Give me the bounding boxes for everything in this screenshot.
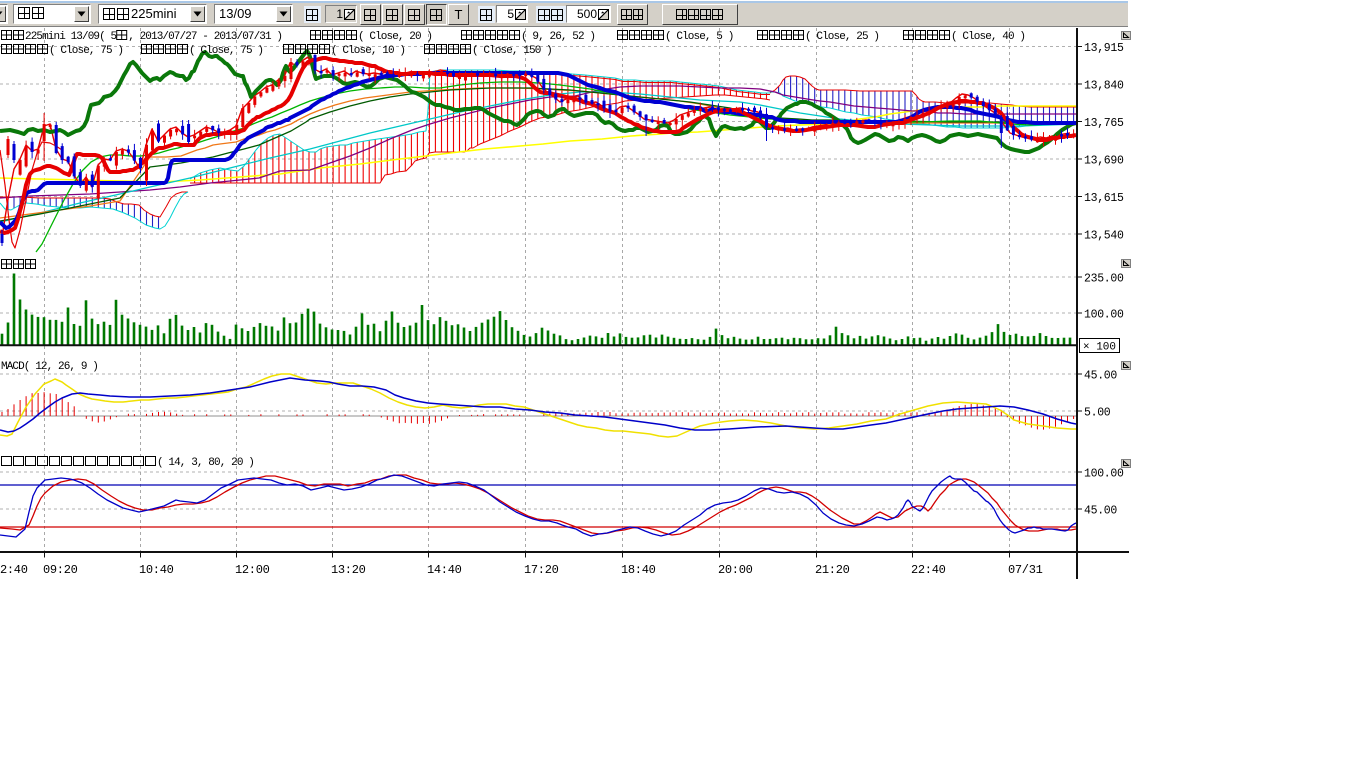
svg-text:( 14, 3, 80, 20 ): ( 14, 3, 80, 20 )	[157, 457, 254, 469]
svg-text:( Close, 75 ): ( Close, 75 )	[189, 45, 263, 57]
svg-text:14:40: 14:40	[427, 563, 462, 577]
svg-text:13,840: 13,840	[1084, 80, 1124, 93]
svg-text:17:20: 17:20	[524, 563, 559, 577]
svg-text:( Close, 5 ): ( Close, 5 )	[665, 31, 733, 43]
svg-text:12:00: 12:00	[235, 563, 270, 577]
svg-text:45.00: 45.00	[1084, 370, 1117, 383]
svg-text:21:20: 21:20	[815, 563, 850, 577]
svg-text:MACD( 12, 26, 9 ): MACD( 12, 26, 9 )	[1, 361, 98, 373]
svg-text:13,540: 13,540	[1084, 230, 1124, 243]
svg-text:( Close, 25 ): ( Close, 25 )	[805, 31, 879, 43]
svg-text:100.00: 100.00	[1084, 309, 1124, 322]
svg-text:225mini 13/09( 5: 225mini 13/09( 5	[25, 31, 117, 43]
svg-text:( 9, 26, 52 ): ( 9, 26, 52 )	[521, 31, 595, 43]
svg-text:, 2013/07/27 - 2013/07/31 ): , 2013/07/27 - 2013/07/31 )	[128, 31, 282, 43]
svg-text:2:40: 2:40	[0, 563, 28, 577]
svg-text:( Close, 20 ): ( Close, 20 )	[358, 31, 432, 43]
svg-text:10:40: 10:40	[139, 563, 174, 577]
svg-text:( Close, 150 ): ( Close, 150 )	[472, 45, 552, 57]
svg-text:07/31: 07/31	[1008, 563, 1043, 577]
svg-text:09:20: 09:20	[43, 563, 78, 577]
svg-text:13,690: 13,690	[1084, 155, 1124, 168]
svg-text:( Close, 10 ): ( Close, 10 )	[331, 45, 405, 57]
svg-text:45.00: 45.00	[1084, 505, 1117, 518]
svg-text:22:40: 22:40	[911, 563, 946, 577]
svg-text:( Close, 75 ): ( Close, 75 )	[49, 45, 123, 57]
svg-text:20:00: 20:00	[718, 563, 753, 577]
svg-text:13,915: 13,915	[1084, 42, 1124, 55]
svg-text:× 100: × 100	[1083, 342, 1116, 354]
svg-text:13,615: 13,615	[1084, 192, 1124, 205]
svg-text:13,765: 13,765	[1084, 117, 1124, 130]
svg-text:13:20: 13:20	[331, 563, 366, 577]
svg-text:235.00: 235.00	[1084, 273, 1124, 286]
svg-text:100.00: 100.00	[1084, 468, 1124, 481]
svg-text:( Close, 40 ): ( Close, 40 )	[951, 31, 1025, 43]
svg-text:18:40: 18:40	[621, 563, 656, 577]
svg-text:5.00: 5.00	[1084, 407, 1111, 420]
